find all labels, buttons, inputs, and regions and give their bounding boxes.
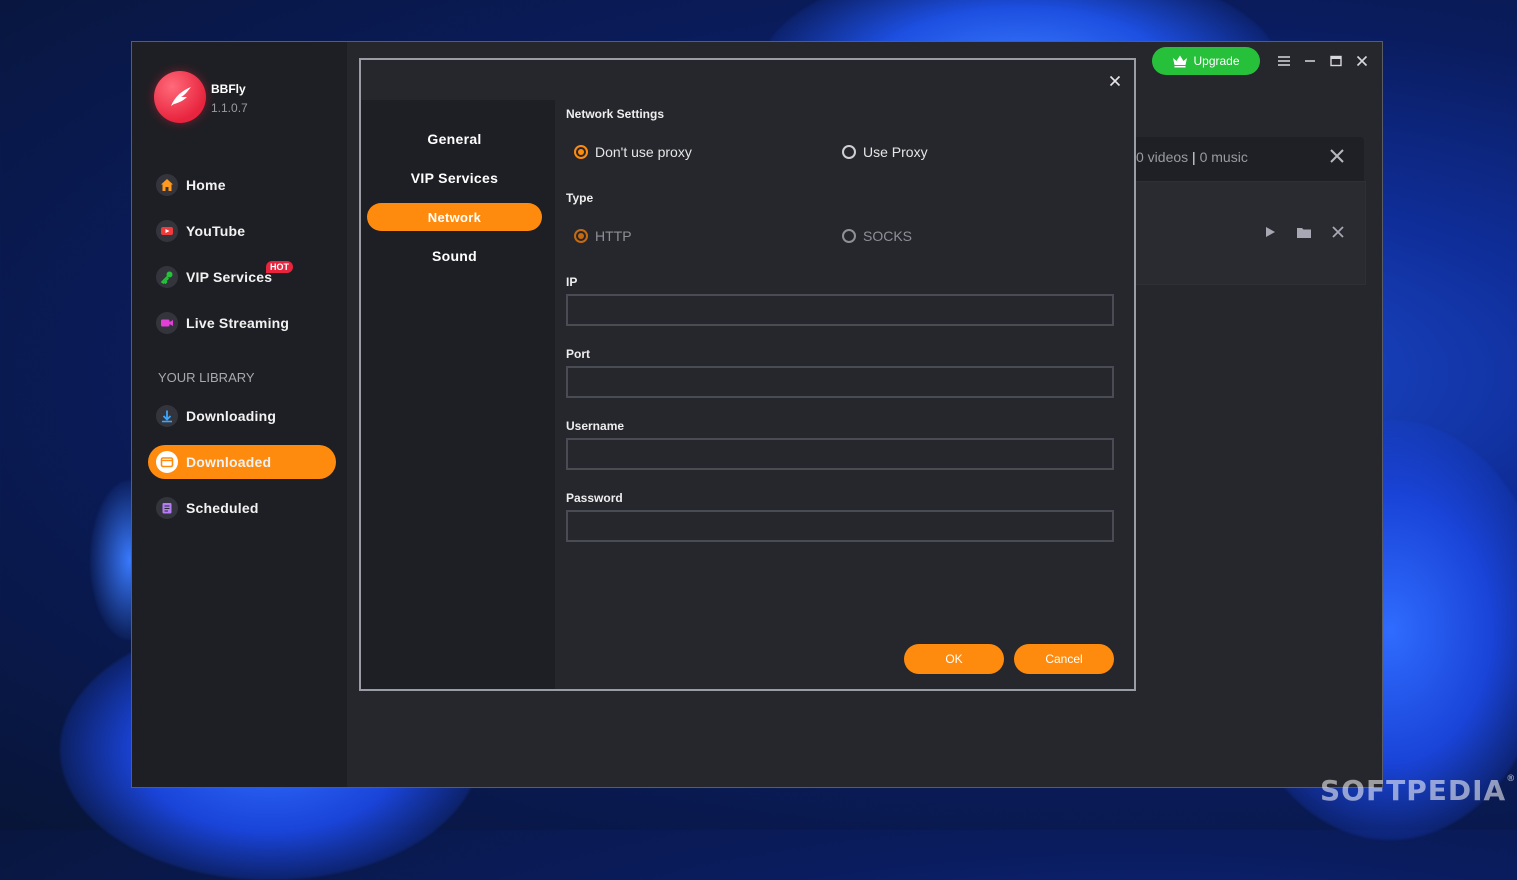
- sidebar-item-label: YouTube: [186, 223, 246, 239]
- registered-mark: ®: [1506, 774, 1517, 784]
- play-icon: [1266, 227, 1275, 237]
- radio-socks[interactable]: SOCKS: [842, 228, 912, 244]
- radio-indicator: [574, 145, 588, 159]
- app-name: BBFly: [211, 82, 246, 96]
- cancel-button[interactable]: Cancel: [1014, 644, 1114, 674]
- minimize-icon: [1305, 60, 1315, 62]
- settings-dialog: General VIP Services Network Sound Netwo…: [359, 58, 1136, 691]
- key-icon: [156, 266, 178, 288]
- close-icon: [1332, 226, 1344, 238]
- username-label: Username: [566, 419, 625, 433]
- settings-tabs: General VIP Services Network Sound: [361, 100, 555, 689]
- type-title: Type: [566, 191, 594, 205]
- menu-button[interactable]: [1274, 51, 1294, 71]
- sidebar-item-label: Downloaded: [186, 454, 272, 470]
- radio-label: Use Proxy: [863, 144, 928, 160]
- minimize-button[interactable]: [1300, 51, 1320, 71]
- softpedia-watermark: SOFTPEDIA®: [1320, 774, 1516, 807]
- bbfly-logo-icon: [154, 71, 206, 123]
- upgrade-label: Upgrade: [1193, 54, 1240, 68]
- radio-indicator: [842, 145, 856, 159]
- radio-dont-use-proxy[interactable]: Don't use proxy: [574, 144, 692, 160]
- crown-icon: [1173, 55, 1188, 68]
- sidebar-item-label: Scheduled: [186, 500, 259, 516]
- password-field[interactable]: [566, 510, 1114, 542]
- play-button[interactable]: [1260, 222, 1280, 242]
- tab-sound[interactable]: Sound: [367, 242, 542, 270]
- close-icon: [1356, 55, 1368, 67]
- port-label: Port: [566, 347, 590, 361]
- media-counts: 0 videos | 0 music: [1136, 149, 1248, 165]
- radio-indicator: [842, 229, 856, 243]
- ip-field[interactable]: [566, 294, 1114, 326]
- watermark-text: SOFTPEDIA: [1320, 774, 1507, 807]
- sidebar: BBFly 1.1.0.7 Home YouTube VIP Services …: [132, 42, 347, 787]
- youtube-icon: [156, 220, 178, 242]
- sidebar-item-live-streaming[interactable]: Live Streaming: [148, 306, 336, 340]
- tab-vip-services[interactable]: VIP Services: [367, 164, 542, 192]
- hamburger-icon: [1278, 56, 1290, 66]
- folder-icon: [156, 451, 178, 473]
- home-icon: [156, 174, 178, 196]
- library-title: YOUR LIBRARY: [158, 370, 255, 385]
- username-field[interactable]: [566, 438, 1114, 470]
- close-dialog-button[interactable]: [1105, 71, 1125, 91]
- sidebar-item-scheduled[interactable]: Scheduled: [148, 491, 336, 525]
- upgrade-button[interactable]: Upgrade: [1152, 47, 1260, 75]
- sidebar-item-youtube[interactable]: YouTube: [148, 214, 336, 248]
- sidebar-item-downloading[interactable]: Downloading: [148, 399, 336, 433]
- radio-indicator: [574, 229, 588, 243]
- remove-item-button[interactable]: [1328, 222, 1348, 242]
- video-camera-icon: [156, 312, 178, 334]
- sidebar-item-vip-services[interactable]: VIP Services HOT: [148, 260, 336, 294]
- tab-network[interactable]: Network: [367, 203, 542, 231]
- music-count: 0 music: [1199, 149, 1248, 165]
- sidebar-item-label: Downloading: [186, 408, 277, 424]
- counts-separator: |: [1192, 149, 1196, 165]
- close-icon: [1109, 75, 1121, 87]
- ip-label: IP: [566, 275, 578, 289]
- sidebar-item-label: VIP Services: [186, 269, 273, 285]
- calendar-icon: [156, 497, 178, 519]
- sidebar-item-label: Live Streaming: [186, 315, 290, 331]
- tab-general[interactable]: General: [367, 125, 542, 153]
- close-window-button[interactable]: [1352, 51, 1372, 71]
- radio-use-proxy[interactable]: Use Proxy: [842, 144, 928, 160]
- ok-button[interactable]: OK: [904, 644, 1004, 674]
- network-settings-title: Network Settings: [566, 107, 665, 121]
- password-label: Password: [566, 491, 623, 505]
- sidebar-item-label: Home: [186, 177, 226, 193]
- radio-label: HTTP: [595, 228, 632, 244]
- close-icon: [1330, 149, 1344, 163]
- maximize-button[interactable]: [1326, 51, 1346, 71]
- hot-badge: HOT: [266, 261, 293, 273]
- download-icon: [156, 405, 178, 427]
- radio-label: Don't use proxy: [595, 144, 692, 160]
- app-version: 1.1.0.7: [211, 101, 248, 115]
- open-folder-button[interactable]: [1294, 222, 1314, 242]
- radio-http[interactable]: HTTP: [574, 228, 632, 244]
- port-field[interactable]: [566, 366, 1114, 398]
- sidebar-item-downloaded[interactable]: Downloaded: [148, 445, 336, 479]
- folder-icon: [1297, 227, 1311, 238]
- clear-all-button[interactable]: [1327, 146, 1347, 166]
- sidebar-item-home[interactable]: Home: [148, 168, 336, 202]
- radio-label: SOCKS: [863, 228, 913, 244]
- maximize-icon: [1330, 55, 1342, 67]
- videos-count: 0 videos: [1136, 149, 1189, 165]
